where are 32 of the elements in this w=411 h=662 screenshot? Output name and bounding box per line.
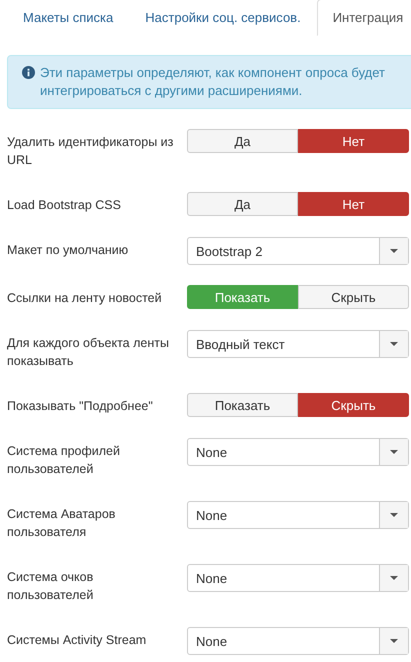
caret-icon bbox=[390, 513, 398, 517]
field-label: Система очков пользователей bbox=[7, 569, 94, 604]
dropdown[interactable]: Вводный текст bbox=[187, 330, 409, 358]
field-label: Системы Activity Stream bbox=[7, 632, 148, 649]
toggle-option[interactable]: Скрыть bbox=[298, 393, 409, 417]
toggle-option[interactable]: Да bbox=[187, 129, 298, 153]
toggle-option[interactable]: Да bbox=[187, 192, 298, 216]
field-label: Система Аватаров пользователя bbox=[7, 506, 116, 541]
caret-icon bbox=[390, 639, 398, 643]
toggle-option[interactable]: Скрыть bbox=[298, 285, 409, 309]
field-label: Для каждого объекта ленты показывать bbox=[7, 335, 170, 370]
field-label: Показывать "Подробнее" bbox=[7, 398, 154, 415]
dropdown[interactable]: None bbox=[187, 627, 409, 655]
field-label: Система профилей пользователей bbox=[7, 443, 121, 478]
field-label: Макет по умолчанию bbox=[7, 242, 130, 259]
dropdown[interactable]: None bbox=[187, 564, 409, 592]
info-icon bbox=[22, 66, 35, 79]
field-label: Load Bootstrap CSS bbox=[7, 197, 122, 214]
toggle-option[interactable]: Нет bbox=[298, 192, 409, 216]
caret-icon bbox=[390, 450, 398, 454]
alert-text: Эти параметры определяют, как компонент опроса будет интегрироваться с другими расширениями. bbox=[40, 64, 386, 100]
dropdown[interactable]: None bbox=[187, 501, 409, 529]
field-label: Ссылки на ленту новостей bbox=[7, 290, 163, 307]
caret-icon bbox=[390, 576, 398, 580]
tab[interactable]: Интеграция bbox=[316, 0, 411, 36]
dropdown[interactable]: Bootstrap 2 bbox=[187, 237, 409, 265]
toggle-option[interactable]: Показать bbox=[187, 393, 298, 417]
toggle-option[interactable]: Нет bbox=[298, 129, 409, 153]
caret-icon bbox=[390, 342, 398, 346]
dropdown[interactable]: None bbox=[187, 438, 409, 466]
field-label: Удалить идентификаторы из URL bbox=[7, 134, 174, 169]
caret-icon bbox=[390, 249, 398, 253]
